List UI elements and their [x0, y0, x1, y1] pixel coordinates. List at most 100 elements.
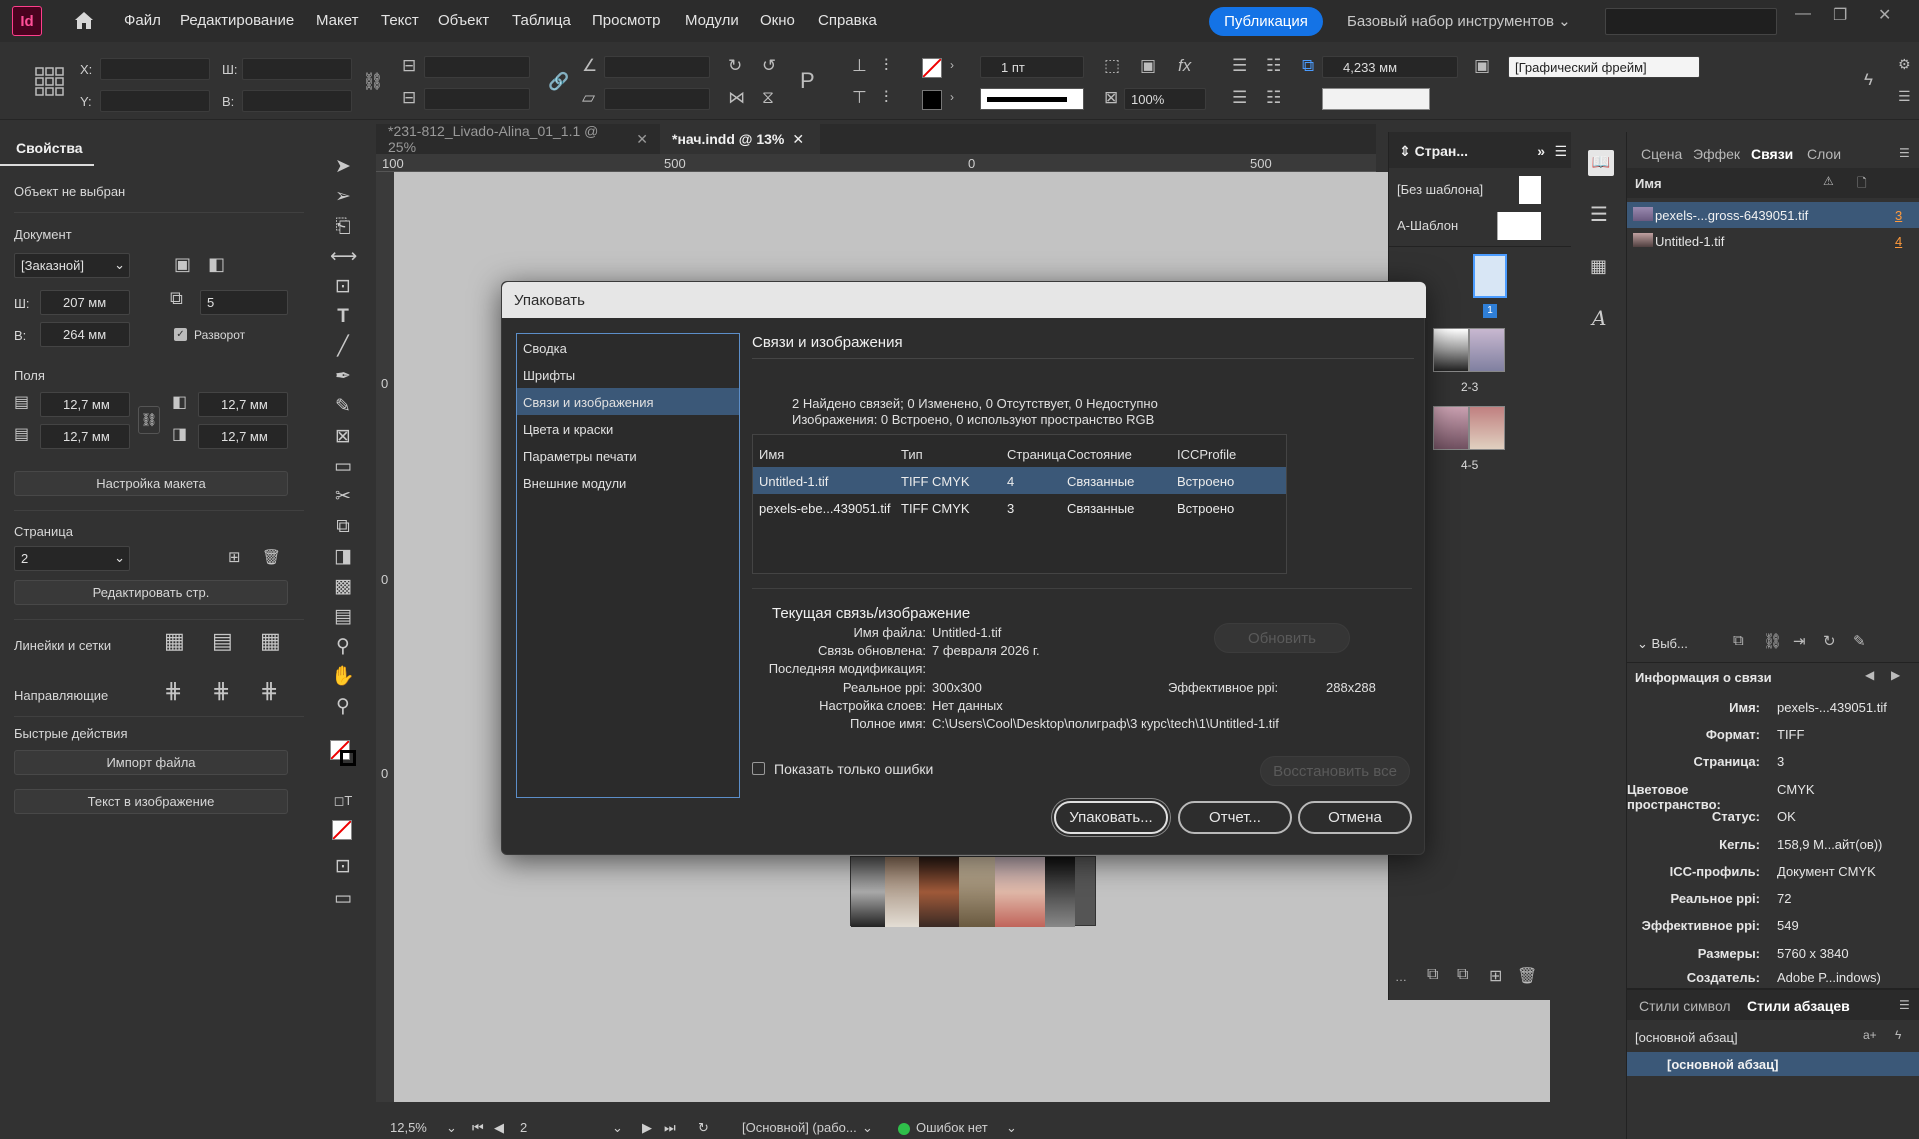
menu-object[interactable]: Объект [438, 12, 489, 29]
formatting-container-icon[interactable]: ◻T [330, 788, 356, 814]
chevron-right-icon[interactable]: › [950, 58, 954, 72]
menu-type[interactable]: Текст [381, 12, 419, 29]
landscape-orientation-icon[interactable]: ◧ [208, 254, 225, 275]
panel-menu-icon[interactable]: ☰ [1899, 146, 1910, 160]
column-header-icc[interactable]: ICCProfile [1177, 447, 1236, 462]
margin-link-button[interactable]: ⛓ [138, 406, 160, 434]
tab-document-2[interactable]: *нач.indd @ 13% ✕ [660, 124, 820, 154]
show-options[interactable]: ⌄ Выб... [1637, 636, 1688, 652]
preset-select[interactable]: [Заказной] ⌄ [14, 253, 130, 278]
selection-tool-icon[interactable]: ➤ [330, 154, 356, 180]
gradient-feather-tool-icon[interactable]: ▩ [330, 574, 356, 600]
opacity-field[interactable]: 100% [1124, 88, 1206, 110]
close-icon[interactable]: ✕ [792, 131, 804, 148]
hand-tool-icon[interactable]: ✋ [330, 664, 356, 690]
errors-status[interactable]: Ошибок нет [916, 1120, 988, 1135]
select-content-icon[interactable]: ⫶ [884, 56, 888, 76]
tab-links[interactable]: Связи [1751, 146, 1793, 162]
link-page[interactable]: 4 [1895, 234, 1902, 249]
rectangle-frame-tool-icon[interactable]: ⊠ [330, 424, 356, 450]
scale-y-field[interactable] [424, 88, 530, 110]
prev-link-icon[interactable]: ◀ [1865, 668, 1874, 682]
properties-tab[interactable]: Свойства [0, 132, 94, 166]
tab-document-1[interactable]: *231-812_Livado-Alina_01_1.1 @ 25% ✕ [376, 123, 660, 155]
section-item-print[interactable]: Параметры печати [517, 442, 739, 469]
only-errors-checkbox[interactable] [752, 762, 765, 775]
relink-cc-icon[interactable]: ⧉ [1733, 632, 1744, 649]
style-row[interactable]: [основной абзац] [1627, 1052, 1919, 1076]
fit-proportional-icon[interactable]: ☷ [1266, 88, 1281, 108]
swatches-icon[interactable]: ▦ [1590, 256, 1607, 277]
collapse-icon[interactable]: » [1537, 143, 1545, 159]
new-style-icon[interactable]: a+ [1863, 1028, 1877, 1042]
refresh-icon[interactable]: ↻ [698, 1120, 709, 1136]
link-page[interactable]: 3 [1895, 208, 1902, 223]
page-2-thumb[interactable] [1433, 328, 1469, 372]
next-link-icon[interactable]: ▶ [1891, 668, 1900, 682]
a-master-thumb[interactable] [1497, 212, 1541, 240]
chevron-down-icon[interactable]: ⌄ [862, 1120, 873, 1136]
fx-icon[interactable]: fx [1178, 56, 1191, 76]
color-bar[interactable] [1322, 88, 1430, 110]
stroke-weight-field[interactable]: 1 пт [980, 56, 1084, 78]
flip-v-icon[interactable]: ⧖ [762, 88, 774, 108]
fill-frame-icon[interactable]: ☷ [1266, 56, 1281, 76]
report-button[interactable]: Отчет... [1178, 801, 1292, 834]
page-4-thumb[interactable] [1433, 406, 1469, 450]
no-master-thumb[interactable] [1519, 176, 1541, 204]
import-file-button[interactable]: Импорт файла [14, 750, 288, 775]
menu-window[interactable]: Окно [760, 12, 795, 29]
edit-page-button[interactable]: Редактировать стр. [14, 580, 288, 605]
section-item-fonts[interactable]: Шрифты [517, 361, 739, 388]
link-row[interactable]: Untitled-1.tif 4 [1627, 228, 1919, 254]
screen-mode-icon[interactable]: ▭ [330, 886, 356, 912]
view-mode-icon[interactable]: ⊡ [330, 854, 356, 880]
fitting-icon[interactable]: ☰ [1232, 56, 1247, 76]
style-status[interactable]: [Основной] (рабо... [742, 1120, 857, 1135]
column-header-type[interactable]: Тип [901, 447, 923, 462]
search-input[interactable] [1605, 8, 1777, 35]
package-button[interactable]: Упаковать... [1054, 801, 1168, 834]
pen-tool-icon[interactable]: ✒ [330, 364, 356, 390]
scissors-tool-icon[interactable]: ✂ [330, 484, 356, 510]
reference-point-icon[interactable] [34, 66, 66, 98]
update-button[interactable]: Обновить [1214, 623, 1350, 653]
close-icon[interactable]: ✕ [636, 131, 648, 148]
panel-menu-icon[interactable]: ☰ [1554, 143, 1567, 160]
lightning-icon[interactable]: ϟ [1895, 1028, 1901, 1042]
chevron-down-icon[interactable]: ⌄ [1006, 1120, 1017, 1136]
margin-left-field[interactable]: 12,7 мм [198, 392, 288, 417]
shear-field[interactable] [604, 88, 710, 110]
update-link-icon[interactable]: ↻ [1823, 632, 1836, 650]
scale-x-field[interactable] [424, 56, 530, 78]
chain-icon[interactable]: 🔗 [548, 72, 569, 92]
page-size-icon[interactable]: ⧉ [1427, 966, 1438, 984]
link-row[interactable]: pexels-...gross-6439051.tif 3 [1627, 202, 1919, 228]
trash-icon[interactable]: 🗑 [1517, 966, 1537, 986]
frame-fit-icon[interactable]: ⬚ [1104, 56, 1120, 76]
menu-edit[interactable]: Редактирование [180, 12, 294, 29]
flip-h-icon[interactable]: ⋈ [728, 88, 745, 108]
publish-button[interactable]: Публикация [1209, 7, 1323, 36]
stroke-icon[interactable]: ☰ [1590, 202, 1608, 227]
section-item-links[interactable]: Связи и изображения [517, 388, 739, 415]
w-field[interactable] [242, 58, 352, 80]
last-page-icon[interactable]: ⏭ [664, 1120, 676, 1136]
page-3-thumb[interactable] [1469, 328, 1505, 372]
pages-tab[interactable]: ⇕ Стран...» ☰ [1389, 132, 1571, 168]
tab-scene[interactable]: Сцена [1641, 146, 1682, 162]
tab-char-styles[interactable]: Стили символ [1639, 998, 1731, 1014]
tab-para-styles[interactable]: Стили абзацев [1747, 998, 1850, 1014]
margin-top-field[interactable]: 12,7 мм [40, 392, 130, 417]
prev-page-icon[interactable]: ◀ [494, 1120, 504, 1136]
eyedropper-tool-icon[interactable]: ⚲ [330, 634, 356, 660]
apply-none-icon[interactable] [332, 820, 352, 840]
direct-selection-tool-icon[interactable]: ➢ [330, 184, 356, 210]
minimize-icon[interactable]: — [1795, 5, 1811, 23]
zoom-tool-icon[interactable]: ⚲ [330, 694, 356, 720]
spacing-field[interactable]: 4,233 мм [1322, 56, 1458, 78]
no-master-label[interactable]: [Без шаблона] [1397, 182, 1483, 197]
text-to-image-button[interactable]: Текст в изображение [14, 789, 288, 814]
menu-file[interactable]: Файл [124, 12, 161, 29]
lock-guides-icon[interactable]: ⋕ [212, 678, 230, 704]
